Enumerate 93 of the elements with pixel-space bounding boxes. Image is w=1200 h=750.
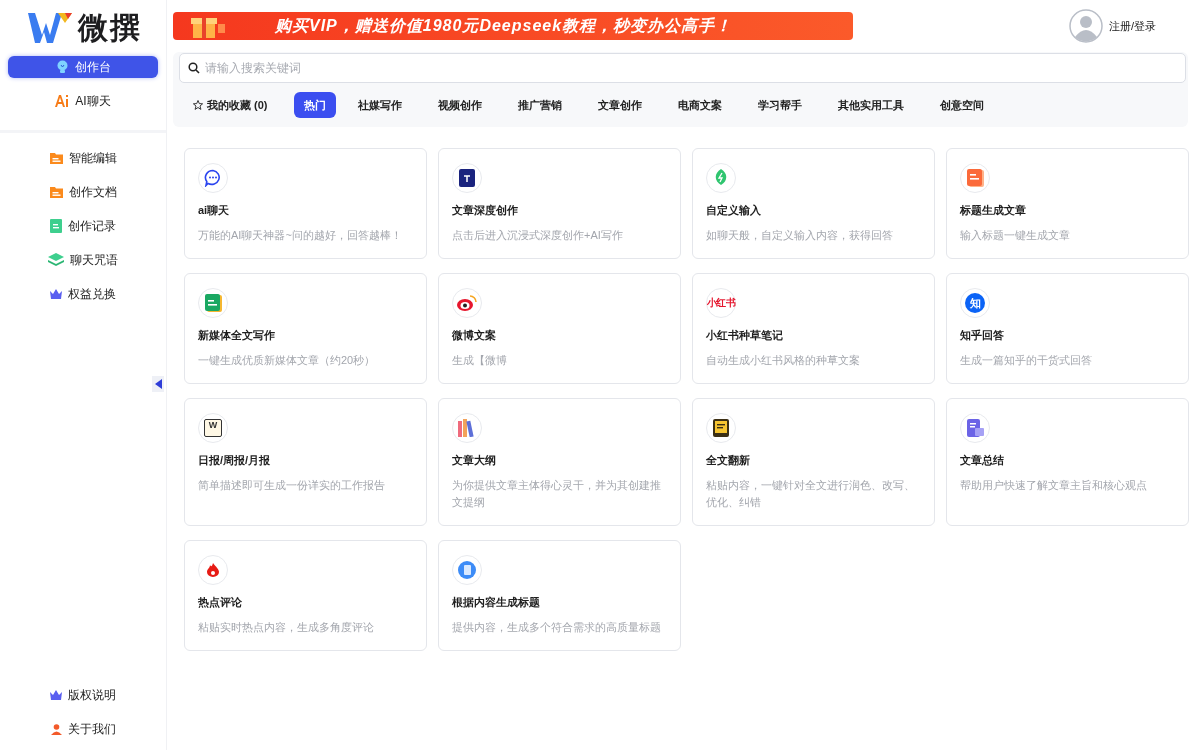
card-title: 微博文案 [452,328,497,343]
card-description: 自动生成小红书风格的种草文案 [706,353,861,368]
card-description: 粘贴实时热点内容，生成多角度评论 [198,620,375,635]
card-description: 帮助用户快速了解文章主旨和核心观点 [960,478,1148,493]
letter-square-icon [459,169,475,187]
books-icon [458,419,476,437]
sidebar-item[interactable]: 聊天咒语 [8,249,158,271]
card-description: 粘贴内容，一键针对全文进行润色、改写、优化、纠错 [706,478,916,510]
card-description: 输入标题一键生成文章 [960,228,1071,243]
card-description: 点击后进入沉浸式深度创作+AI写作 [452,228,624,243]
tool-card[interactable]: W 日报/周报/月报 简单描述即可生成一份详实的工作报告 [184,398,427,526]
tool-card[interactable]: 标题生成文章 输入标题一键生成文章 [946,148,1189,259]
tool-card[interactable]: 自定义输入 如聊天般，自定义输入内容，获得回答 [692,148,935,259]
card-title: 全文翻新 [706,453,751,468]
card-title: 根据内容生成标题 [452,595,541,610]
flame-icon [207,563,219,577]
card-title: 新媒体全文写作 [198,328,276,343]
tool-card[interactable]: 知 知乎回答 生成一篇知乎的干货式回答 [946,273,1189,384]
book-icon [713,419,729,437]
calendar-icon: W [204,419,222,437]
card-description: 一键生成优质新媒体文章（约20秒） [198,353,377,368]
tool-card[interactable]: 文章总结 帮助用户快速了解文章主旨和核心观点 [946,398,1189,526]
tool-card[interactable]: 热点评论 粘贴实时热点内容，生成多角度评论 [184,540,427,651]
category-tab[interactable]: 电商文案 [667,92,732,118]
folder-icon [49,152,63,164]
folder-icon [49,186,63,198]
tool-card[interactable]: 根据内容生成标题 提供内容，生成多个符合需求的高质量标题 [438,540,681,651]
collapse-button[interactable] [152,376,164,392]
card-title: ai聊天 [198,203,231,218]
category-tab[interactable]: 视频创作 [427,92,492,118]
login-link[interactable]: 注册/登录 [1108,18,1156,34]
sidebar-item[interactable]: AI聊天 [8,90,158,112]
ai-icon [55,95,70,107]
card-description: 简单描述即可生成一份详实的工作报告 [198,478,386,493]
promo-banner[interactable]: 购买VIP，赠送价值1980元Deepseek教程，秒变办公高手！ [173,12,853,40]
card-title: 自定义输入 [706,203,762,218]
category-tab[interactable]: 热门 [293,92,336,118]
logo-icon [28,13,72,43]
document-icon [458,561,476,579]
search-icon [188,62,200,74]
tool-card[interactable]: 小红书 小红书种草笔记 自动生成小红书风格的种草文案 [692,273,935,384]
leaf-icon [713,169,729,187]
card-description: 如聊天般，自定义输入内容，获得回答 [706,228,894,243]
card-title: 标题生成文章 [960,203,1027,218]
card-title: 热点评论 [198,595,243,610]
crown-icon [50,289,62,299]
sidebar-item[interactable]: 关于我们 [8,718,158,740]
sidebar-item[interactable]: 智能编辑 [8,147,158,169]
document-icon [50,219,62,233]
tool-card[interactable]: 全文翻新 粘贴内容，一键针对全文进行润色、改写、优化、纠错 [692,398,935,526]
document-icon [966,419,984,437]
sidebar-item[interactable]: 创作台 [8,56,158,78]
card-description: 生成一篇知乎的干货式回答 [960,353,1093,368]
sidebar-item[interactable]: 创作文档 [8,181,158,203]
lightbulb-icon [55,60,69,74]
sidebar-item[interactable]: 创作记录 [8,215,158,237]
star-icon [193,100,203,110]
category-tab[interactable]: 推广营销 [507,92,572,118]
app-logo-icon: 小红书 [706,296,736,310]
tool-card[interactable]: 文章深度创作 点击后进入沉浸式深度创作+AI写作 [438,148,681,259]
card-description: 万能的AI聊天神器~问的越好，回答越棒！ [198,228,403,243]
eye-icon [457,295,477,311]
logo-text: 微撰 [78,9,142,46]
card-title: 文章大纲 [452,453,497,468]
category-tab[interactable]: 社媒写作 [347,92,412,118]
tool-card[interactable]: ai聊天 万能的AI聊天神器~问的越好，回答越棒！ [184,148,427,259]
category-tab[interactable]: 其他实用工具 [827,92,914,118]
card-description: 生成【微博 [452,353,508,368]
document-icon [966,169,984,187]
tool-card[interactable]: 新媒体全文写作 一键生成优质新媒体文章（约20秒） [184,273,427,384]
person-icon [50,723,62,735]
sidebar-item[interactable]: 版权说明 [8,684,158,706]
card-description: 提供内容，生成多个符合需求的高质量标题 [452,620,662,635]
card-title: 日报/周报/月报 [198,453,272,468]
category-tab[interactable]: 我的收藏 (0) [183,92,278,118]
category-tab[interactable]: 学习帮手 [747,92,812,118]
tool-card[interactable]: 文章大纲 为你提供文章主体得心灵干，并为其创建推文提纲 [438,398,681,526]
category-tab[interactable]: 文章创作 [587,92,652,118]
document-icon [204,294,222,312]
chat-bubble-icon [204,169,222,187]
app-logo-icon: 知 [965,293,985,313]
banner-text: 购买VIP，赠送价值1980元Deepseek教程，秒变办公高手！ [275,15,733,36]
card-title: 小红书种草笔记 [706,328,784,343]
card-title: 文章深度创作 [452,203,519,218]
card-title: 知乎回答 [960,328,1005,343]
card-title: 文章总结 [960,453,1005,468]
sidebar-item[interactable]: 权益兑换 [8,283,158,305]
search-field[interactable]: 请输入搜索关键词 [179,53,1186,83]
layers-icon [48,253,64,267]
card-description: 为你提供文章主体得心灵干，并为其创建推文提纲 [452,478,662,510]
crown-icon [50,690,62,700]
category-tab[interactable]: 创意空间 [929,92,994,118]
tool-card[interactable]: 微博文案 生成【微博 [438,273,681,384]
